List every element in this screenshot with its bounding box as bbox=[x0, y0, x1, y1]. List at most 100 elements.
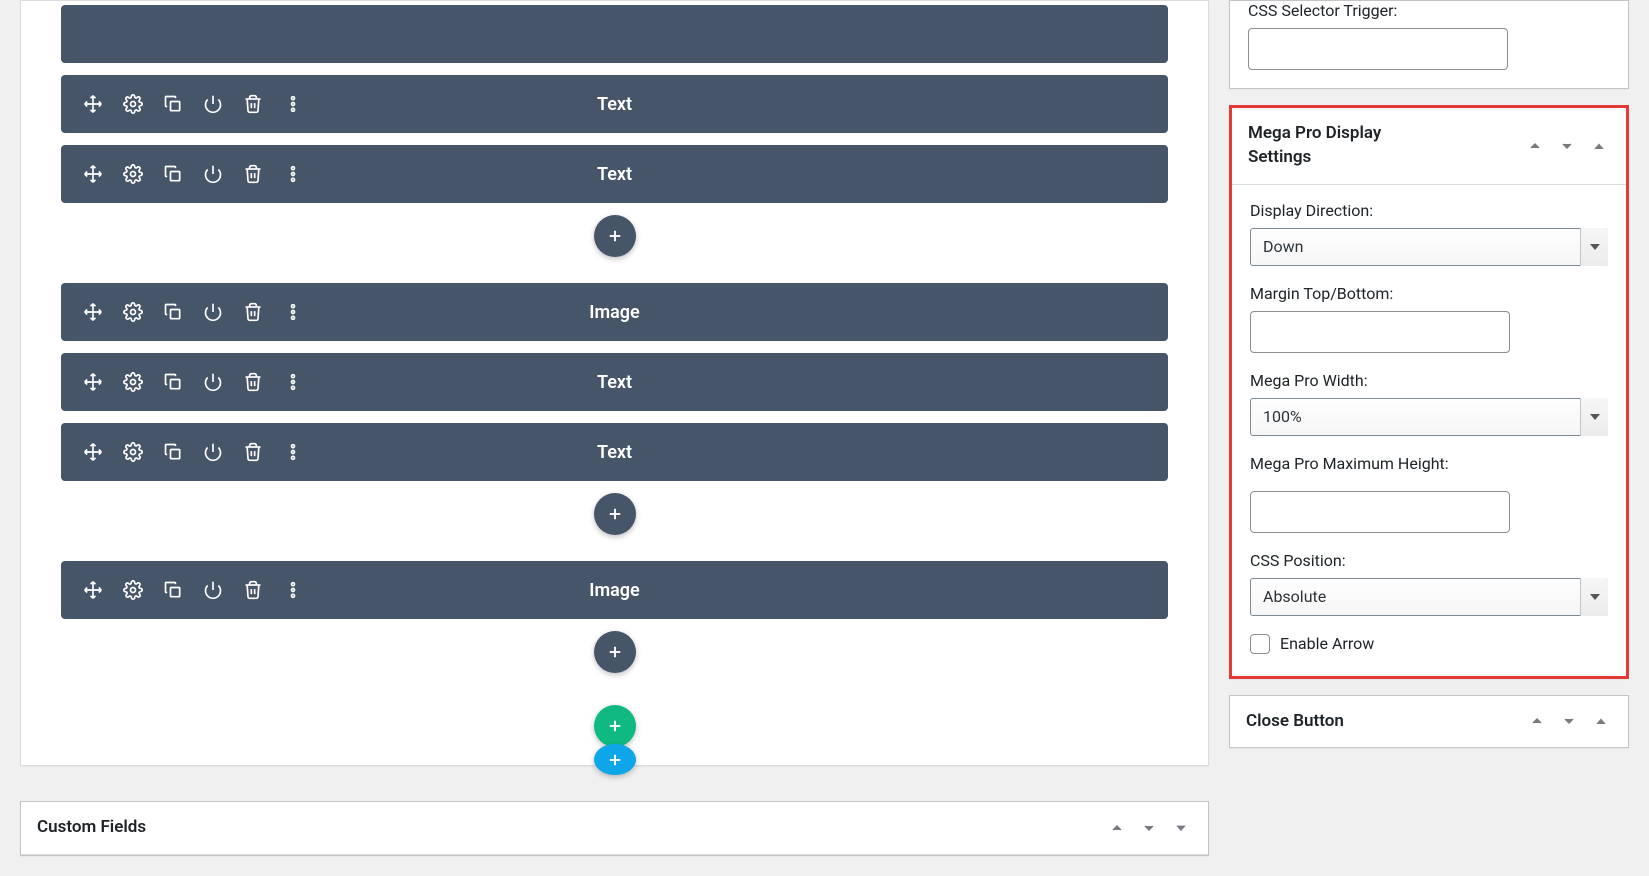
more-icon[interactable] bbox=[283, 94, 303, 114]
power-icon[interactable] bbox=[203, 442, 223, 462]
move-up-icon[interactable] bbox=[1526, 710, 1548, 732]
block-row[interactable]: Text bbox=[61, 353, 1168, 411]
display-direction-select[interactable]: Down bbox=[1250, 228, 1608, 266]
add-block-button[interactable] bbox=[594, 215, 636, 257]
move-icon[interactable] bbox=[83, 164, 103, 184]
css-selector-input[interactable] bbox=[1248, 28, 1508, 70]
field-css-position: CSS Position: Absolute bbox=[1250, 551, 1608, 616]
move-up-icon[interactable] bbox=[1524, 135, 1546, 157]
toggle-icon[interactable] bbox=[1588, 135, 1610, 157]
display-settings-panel: Mega Pro Display Settings Display Direct… bbox=[1229, 105, 1629, 679]
panel-header[interactable]: Close Button bbox=[1230, 696, 1628, 748]
more-icon[interactable] bbox=[283, 580, 303, 600]
block-label: Text bbox=[597, 372, 632, 393]
power-icon[interactable] bbox=[203, 164, 223, 184]
more-icon[interactable] bbox=[283, 302, 303, 322]
block-toolbar bbox=[61, 94, 303, 114]
duplicate-icon[interactable] bbox=[163, 164, 183, 184]
field-max-height: Mega Pro Maximum Height: bbox=[1250, 454, 1608, 533]
block-row[interactable]: Text bbox=[61, 423, 1168, 481]
move-icon[interactable] bbox=[83, 94, 103, 114]
power-icon[interactable] bbox=[203, 580, 223, 600]
block-row[interactable]: Image bbox=[61, 283, 1168, 341]
checkbox-label: Enable Arrow bbox=[1280, 634, 1374, 653]
panel-actions bbox=[1106, 817, 1192, 839]
block-label: Image bbox=[589, 302, 639, 323]
panel-header[interactable]: Mega Pro Display Settings bbox=[1232, 108, 1626, 185]
add-section-button[interactable] bbox=[594, 744, 636, 775]
field-display-direction: Display Direction: Down bbox=[1250, 201, 1608, 266]
field-label: Mega Pro Width: bbox=[1250, 371, 1608, 390]
block-group-1: Image Text bbox=[61, 279, 1168, 557]
field-label: CSS Position: bbox=[1250, 551, 1608, 570]
toggle-icon[interactable] bbox=[1170, 817, 1192, 839]
power-icon[interactable] bbox=[203, 372, 223, 392]
css-trigger-panel: CSS Selector Trigger: bbox=[1229, 0, 1629, 89]
panel-body: Display Direction: Down Margin Top/Botto… bbox=[1232, 185, 1626, 676]
css-position-select[interactable]: Absolute bbox=[1250, 578, 1608, 616]
trash-icon[interactable] bbox=[243, 164, 263, 184]
field-width: Mega Pro Width: 100% bbox=[1250, 371, 1608, 436]
main-column: Text Text bbox=[0, 0, 1229, 876]
block-row[interactable] bbox=[61, 5, 1168, 63]
field-enable-arrow: Enable Arrow bbox=[1250, 634, 1608, 654]
duplicate-icon[interactable] bbox=[163, 372, 183, 392]
trash-icon[interactable] bbox=[243, 580, 263, 600]
move-icon[interactable] bbox=[83, 302, 103, 322]
panel-header[interactable]: Custom Fields bbox=[21, 802, 1208, 855]
block-row[interactable]: Text bbox=[61, 75, 1168, 133]
block-toolbar bbox=[61, 580, 303, 600]
block-row[interactable]: Text bbox=[61, 145, 1168, 203]
block-group-0: Text Text bbox=[61, 1, 1168, 279]
panel-actions bbox=[1524, 135, 1610, 157]
trash-icon[interactable] bbox=[243, 372, 263, 392]
gear-icon[interactable] bbox=[123, 442, 143, 462]
gear-icon[interactable] bbox=[123, 580, 143, 600]
margin-input[interactable] bbox=[1250, 311, 1510, 353]
block-group-2: Image bbox=[61, 557, 1168, 695]
move-down-icon[interactable] bbox=[1138, 817, 1160, 839]
enable-arrow-checkbox[interactable] bbox=[1250, 634, 1270, 654]
trash-icon[interactable] bbox=[243, 302, 263, 322]
more-icon[interactable] bbox=[283, 442, 303, 462]
trash-icon[interactable] bbox=[243, 94, 263, 114]
duplicate-icon[interactable] bbox=[163, 302, 183, 322]
duplicate-icon[interactable] bbox=[163, 94, 183, 114]
sidebar-column: CSS Selector Trigger: Mega Pro Display S… bbox=[1229, 0, 1649, 876]
max-height-input[interactable] bbox=[1250, 491, 1510, 533]
duplicate-icon[interactable] bbox=[163, 580, 183, 600]
move-icon[interactable] bbox=[83, 442, 103, 462]
toggle-icon[interactable] bbox=[1590, 710, 1612, 732]
move-up-icon[interactable] bbox=[1106, 817, 1128, 839]
select-value: 100% bbox=[1250, 398, 1608, 436]
block-row[interactable]: Image bbox=[61, 561, 1168, 619]
gear-icon[interactable] bbox=[123, 164, 143, 184]
move-icon[interactable] bbox=[83, 372, 103, 392]
gear-icon[interactable] bbox=[123, 94, 143, 114]
move-down-icon[interactable] bbox=[1558, 710, 1580, 732]
duplicate-icon[interactable] bbox=[163, 442, 183, 462]
trash-icon[interactable] bbox=[243, 442, 263, 462]
width-select[interactable]: 100% bbox=[1250, 398, 1608, 436]
field-label: CSS Selector Trigger: bbox=[1248, 1, 1610, 20]
more-icon[interactable] bbox=[283, 372, 303, 392]
move-icon[interactable] bbox=[83, 580, 103, 600]
block-label: Image bbox=[589, 580, 639, 601]
move-down-icon[interactable] bbox=[1556, 135, 1578, 157]
block-toolbar bbox=[61, 164, 303, 184]
page-layout: Text Text bbox=[0, 0, 1649, 876]
gear-icon[interactable] bbox=[123, 372, 143, 392]
close-button-panel: Close Button bbox=[1229, 695, 1629, 749]
add-block-button[interactable] bbox=[594, 493, 636, 535]
add-block-button[interactable] bbox=[594, 631, 636, 673]
gear-icon[interactable] bbox=[123, 302, 143, 322]
more-icon[interactable] bbox=[283, 164, 303, 184]
block-toolbar bbox=[61, 442, 303, 462]
builder-panel: Text Text bbox=[20, 0, 1209, 766]
field-label: Mega Pro Maximum Height: bbox=[1250, 454, 1608, 473]
block-toolbar bbox=[61, 302, 303, 322]
add-row-button[interactable] bbox=[594, 705, 636, 747]
custom-fields-panel: Custom Fields bbox=[20, 801, 1209, 856]
power-icon[interactable] bbox=[203, 94, 223, 114]
power-icon[interactable] bbox=[203, 302, 223, 322]
